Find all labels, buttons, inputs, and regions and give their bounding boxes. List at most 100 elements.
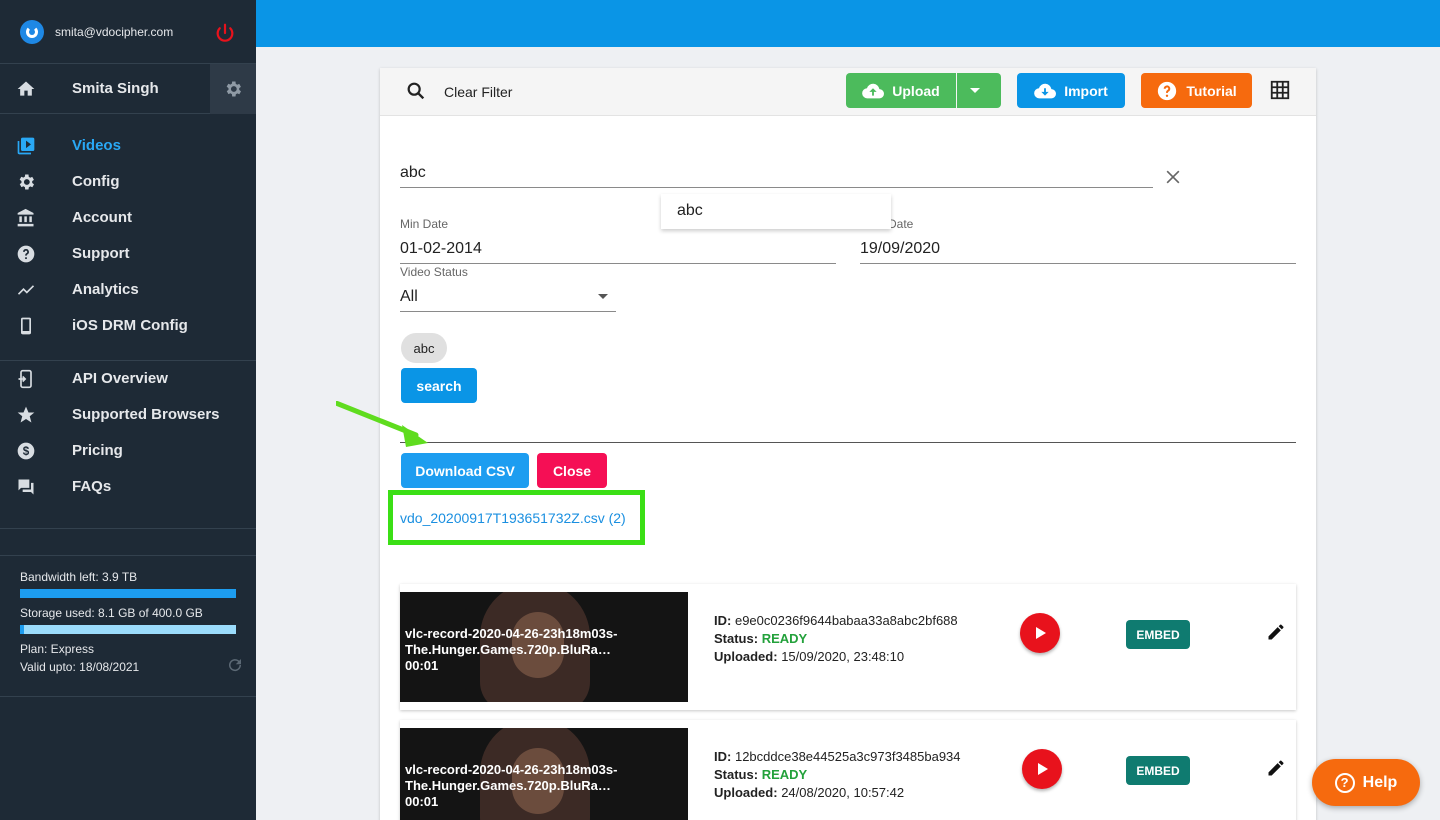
caret-down-icon xyxy=(598,294,608,299)
storage-bar-fill xyxy=(20,625,25,634)
video-library-icon xyxy=(17,137,35,155)
sidebar-item-analytics[interactable]: Analytics xyxy=(0,272,256,308)
edit-pencil-icon[interactable] xyxy=(1266,758,1286,778)
sidebar-item-label: Supported Browsers xyxy=(72,406,220,423)
bandwidth-text: Bandwidth left: 3.9 TB xyxy=(20,570,138,584)
cloud-download-icon xyxy=(1034,83,1057,98)
embed-button[interactable]: EMBED xyxy=(1126,620,1190,649)
home-icon[interactable] xyxy=(16,79,36,99)
video-row[interactable]: vlc-record-2020-04-26-23h18m03s-The.Hung… xyxy=(400,584,1296,710)
vdocipher-logo-icon xyxy=(20,19,44,44)
sidebar-item-label: Config xyxy=(72,173,120,190)
sidebar-item-label: API Overview xyxy=(72,370,168,387)
play-button[interactable] xyxy=(1020,613,1060,653)
play-icon xyxy=(1038,763,1048,775)
secondary-nav: API Overview Supported Browsers $ Pricin… xyxy=(0,361,256,505)
settings-button[interactable] xyxy=(210,64,256,114)
max-date-input[interactable]: 19/09/2020 xyxy=(860,240,940,258)
main-nav: Videos Config Account Support Analytics … xyxy=(0,114,256,344)
sidebar: smita@vdocipher.com Smita Singh Videos C… xyxy=(0,0,256,820)
forum-icon xyxy=(18,479,34,495)
help-circle-icon xyxy=(1158,81,1177,100)
video-title: vlc-record-2020-04-26-23h18m03s-The.Hung… xyxy=(405,626,618,673)
grid-view-icon[interactable] xyxy=(1269,79,1291,101)
help-button[interactable]: ? Help xyxy=(1312,759,1420,806)
sidebar-item-supported-browsers[interactable]: Supported Browsers xyxy=(0,397,256,433)
video-meta: ID: e9e0c0236f9644babaa33a8abc2bf688 Sta… xyxy=(714,613,958,664)
user-email: smita@vdocipher.com xyxy=(55,24,174,39)
min-date-input[interactable]: 01-02-2014 xyxy=(400,240,482,258)
storage-bar xyxy=(20,625,236,634)
plan-text: Plan: Express xyxy=(20,642,95,656)
video-thumbnail[interactable]: vlc-record-2020-04-26-23h18m03s-The.Hung… xyxy=(400,592,688,702)
close-button[interactable]: Close xyxy=(537,453,607,488)
help-circle-icon xyxy=(17,245,35,263)
sidebar-item-pricing[interactable]: $ Pricing xyxy=(0,433,256,469)
sidebar-item-label: FAQs xyxy=(72,478,112,495)
close-icon[interactable] xyxy=(1163,167,1183,187)
bandwidth-bar xyxy=(20,589,236,598)
video-status-select[interactable]: All xyxy=(400,288,418,306)
tutorial-button[interactable]: Tutorial xyxy=(1141,73,1252,108)
search-input-underline xyxy=(400,187,1153,188)
help-label: Help xyxy=(1362,773,1398,791)
video-duration: 00:01 xyxy=(405,658,439,673)
sidebar-item-videos[interactable]: Videos xyxy=(0,128,256,164)
tutorial-label: Tutorial xyxy=(1186,82,1237,99)
video-title: vlc-record-2020-04-26-23h18m03s-The.Hung… xyxy=(405,762,618,809)
sidebar-item-api-overview[interactable]: API Overview xyxy=(0,361,256,397)
filter-chip[interactable]: abc xyxy=(401,333,447,363)
videos-toolbar: Clear Filter Upload Import Tutorial xyxy=(380,68,1316,116)
green-arrow-annotation xyxy=(336,401,428,447)
sidebar-item-faqs[interactable]: FAQs xyxy=(0,469,256,505)
search-icon[interactable] xyxy=(405,80,427,102)
sidebar-item-label: Analytics xyxy=(72,281,139,298)
video-row[interactable]: vlc-record-2020-04-26-23h18m03s-The.Hung… xyxy=(400,720,1296,820)
csv-file-link[interactable]: vdo_20200917T193651732Z.csv (2) xyxy=(400,510,626,526)
sidebar-item-ios-drm-config[interactable]: iOS DRM Config xyxy=(0,308,256,344)
sidebar-item-account[interactable]: Account xyxy=(0,200,256,236)
play-button[interactable] xyxy=(1022,749,1062,789)
embed-button[interactable]: EMBED xyxy=(1126,756,1190,785)
video-status-label: Video Status xyxy=(400,265,468,279)
max-date-underline xyxy=(860,263,1296,264)
import-label: Import xyxy=(1064,82,1108,99)
gear-icon xyxy=(226,81,241,97)
sidebar-item-config[interactable]: Config xyxy=(0,164,256,200)
search-input[interactable]: abc xyxy=(400,164,426,182)
upload-label: Upload xyxy=(892,82,940,99)
sidebar-item-label: Videos xyxy=(72,137,121,154)
play-icon xyxy=(1036,627,1046,639)
storage-text: Storage used: 8.1 GB of 400.0 GB xyxy=(20,606,203,620)
upload-button[interactable]: Upload xyxy=(846,73,956,108)
status-underline xyxy=(400,311,616,312)
power-icon[interactable] xyxy=(214,22,236,44)
video-thumbnail[interactable]: vlc-record-2020-04-26-23h18m03s-The.Hung… xyxy=(400,728,688,820)
user-name: Smita Singh xyxy=(72,80,159,97)
video-meta: ID: 12bcddce38e44525a3c973f3485ba934 Sta… xyxy=(714,749,961,800)
api-icon xyxy=(18,369,32,389)
nav-divider xyxy=(0,528,256,529)
trend-line-icon xyxy=(17,285,35,295)
refresh-icon[interactable] xyxy=(226,656,244,674)
dollar-icon: $ xyxy=(17,442,35,460)
search-suggestion[interactable]: abc xyxy=(661,194,891,229)
user-row: Smita Singh xyxy=(0,64,256,114)
video-duration: 00:01 xyxy=(405,794,439,809)
min-date-label: Min Date xyxy=(400,217,449,231)
status-badge: READY xyxy=(761,631,808,646)
gear-icon xyxy=(19,174,34,190)
sidebar-item-support[interactable]: Support xyxy=(0,236,256,272)
sidebar-item-label: Pricing xyxy=(72,442,123,459)
search-button[interactable]: search xyxy=(401,368,477,403)
sidebar-item-label: Support xyxy=(72,245,130,262)
sidebar-item-label: iOS DRM Config xyxy=(72,317,188,334)
edit-pencil-icon[interactable] xyxy=(1266,622,1286,642)
import-button[interactable]: Import xyxy=(1017,73,1125,108)
upload-dropdown-button[interactable] xyxy=(957,73,1001,108)
svg-text:$: $ xyxy=(23,445,30,458)
clear-filter-link[interactable]: Clear Filter xyxy=(444,84,512,100)
star-icon xyxy=(17,406,35,423)
download-csv-button[interactable]: Download CSV xyxy=(401,453,529,488)
status-badge: READY xyxy=(761,767,808,782)
